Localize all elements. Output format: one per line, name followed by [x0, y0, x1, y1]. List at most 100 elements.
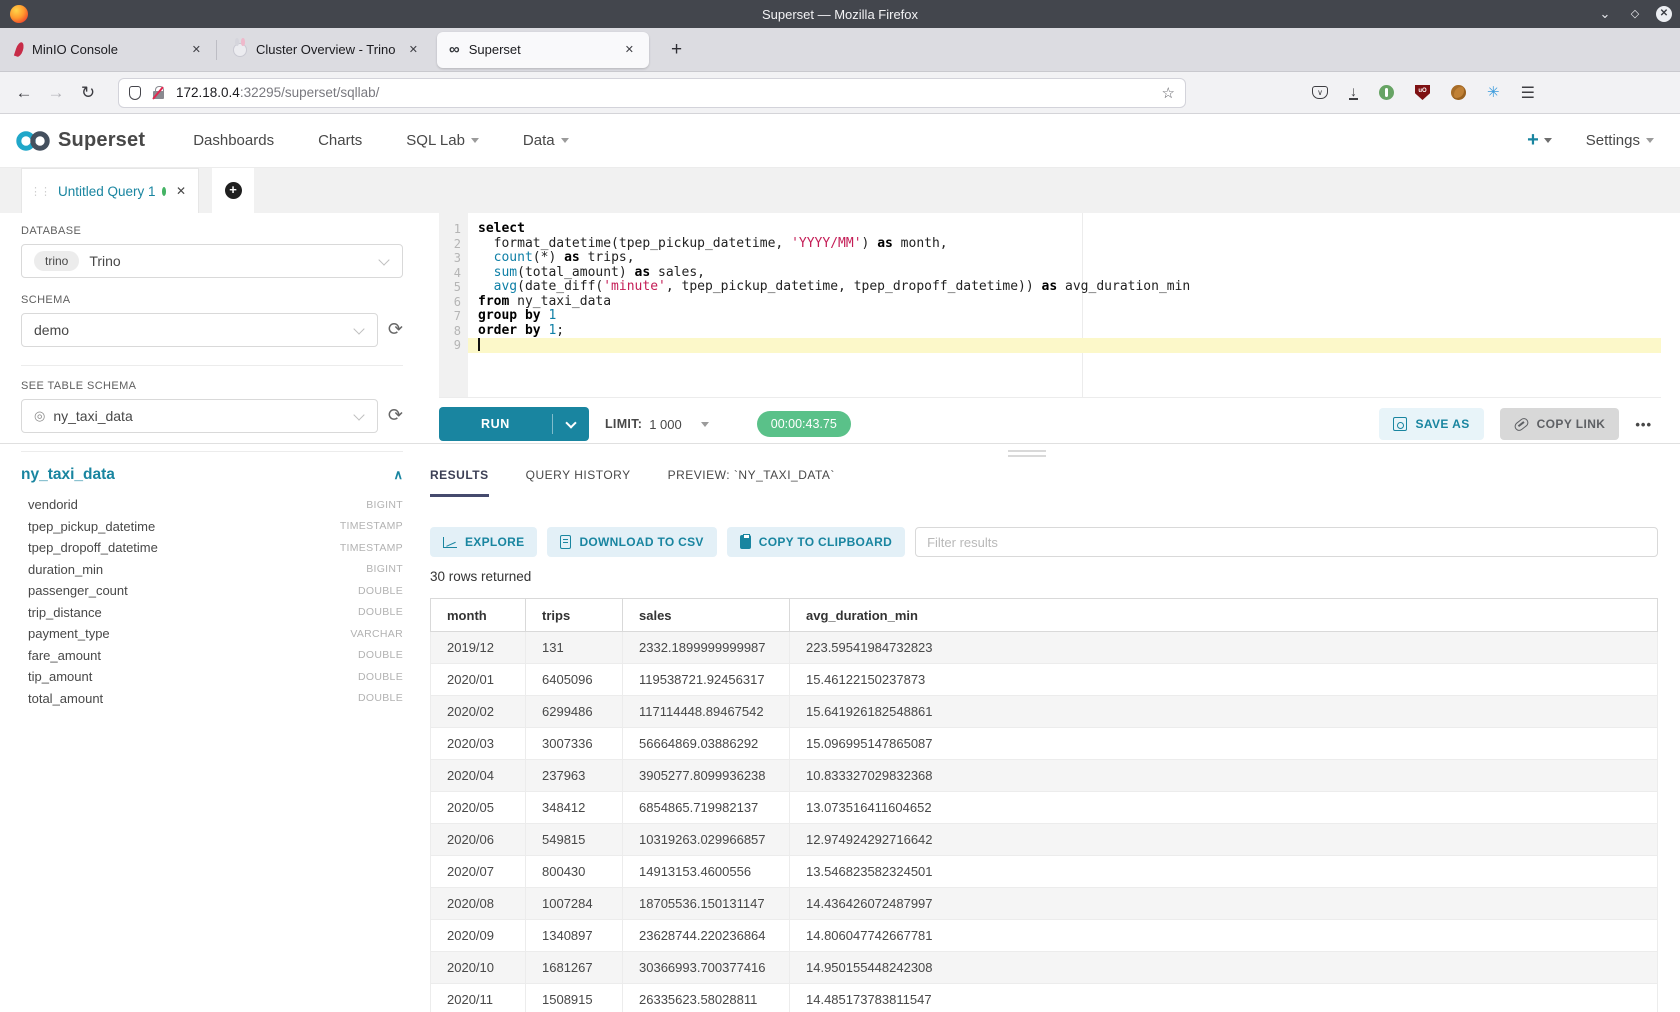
downloads-icon[interactable]: ↓	[1349, 85, 1358, 100]
table-cell: 2020/07	[431, 856, 526, 888]
copy-clipboard-button[interactable]: COPY TO CLIPBOARD	[727, 527, 905, 557]
line-number: 7	[439, 309, 468, 324]
reload-button[interactable]: ↻	[72, 83, 104, 103]
superset-logo[interactable]: Superset	[14, 129, 145, 153]
schema-column-row[interactable]: tip_amountDOUBLE	[21, 666, 403, 688]
tab-close-icon[interactable]: ✕	[187, 41, 206, 58]
tab-results[interactable]: RESULTS	[430, 468, 489, 497]
resize-handle[interactable]	[1008, 450, 1046, 460]
table-row: 2020/11150891526335623.5802881114.485173…	[431, 984, 1658, 1012]
schema-column-row[interactable]: trip_distanceDOUBLE	[21, 602, 403, 624]
limit-dropdown[interactable]: LIMIT: 1 000	[605, 417, 709, 432]
table-cell: 1681267	[526, 952, 623, 984]
tab-query-history[interactable]: QUERY HISTORY	[526, 468, 631, 497]
schema-value: demo	[34, 322, 69, 338]
save-as-button[interactable]: SAVE AS	[1379, 408, 1483, 440]
settings-menu[interactable]: Settings	[1586, 132, 1654, 149]
sql-editor[interactable]: 123456789 select format_datetime(tpep_pi…	[439, 213, 1661, 398]
tracking-shield-icon[interactable]	[129, 86, 141, 100]
more-options-button[interactable]: •••	[1635, 417, 1652, 432]
table-select[interactable]: ◎ ny_taxi_data	[21, 399, 378, 433]
schema-column-row[interactable]: vendoridBIGINT	[21, 494, 403, 516]
column-header-sales[interactable]: sales	[623, 599, 790, 632]
bookmark-star-icon[interactable]: ☆	[1162, 84, 1175, 102]
column-name: duration_min	[28, 562, 366, 577]
table-cell: 2332.1899999999987	[623, 632, 790, 664]
table-cell: 800430	[526, 856, 623, 888]
window-close-icon[interactable]: ✕	[1656, 6, 1672, 22]
result-actions: EXPLORE DOWNLOAD TO CSV COPY TO CLIPBOAR…	[430, 527, 1658, 557]
download-csv-button[interactable]: DOWNLOAD TO CSV	[547, 527, 716, 557]
query-tab-active[interactable]: ⋮⋮ Untitled Query 1 ✕	[21, 168, 199, 213]
minimize-icon[interactable]: ⌄	[1596, 5, 1614, 23]
table-icon: ◎	[34, 408, 45, 424]
refresh-table-icon[interactable]: ⟳	[388, 406, 403, 424]
pocket-icon[interactable]: ∨	[1312, 86, 1328, 99]
copy-link-button[interactable]: COPY LINK	[1500, 408, 1620, 440]
schema-column-row[interactable]: duration_minBIGINT	[21, 559, 403, 581]
table-row: 2020/03300733656664869.0388629215.096995…	[431, 728, 1658, 760]
column-header-avg-duration[interactable]: avg_duration_min	[790, 599, 1658, 632]
tab-preview-table[interactable]: PREVIEW: `NY_TAXI_DATA`	[668, 468, 835, 497]
url-text[interactable]: 172.18.0.4:32295/superset/sqllab/	[176, 85, 1162, 100]
schema-column-row[interactable]: tpep_dropoff_datetimeTIMESTAMP	[21, 537, 403, 559]
nav-item-data[interactable]: Data	[523, 132, 569, 149]
run-dropdown-button[interactable]	[553, 422, 589, 427]
collapse-icon[interactable]: ∧	[393, 467, 403, 483]
schema-column-row[interactable]: fare_amountDOUBLE	[21, 645, 403, 667]
tab-close-icon[interactable]: ✕	[404, 41, 423, 58]
schema-select[interactable]: demo	[21, 313, 378, 347]
database-label: DATABASE	[21, 225, 403, 237]
column-type: TIMESTAMP	[340, 542, 403, 554]
ublock-icon[interactable]: uO	[1415, 85, 1430, 100]
run-toolbar: RUN LIMIT: 1 000 00:00:43.75 SAVE AS COP…	[439, 407, 1652, 441]
drag-handle-icon[interactable]: ⋮⋮	[30, 185, 50, 198]
table-row: 2020/016405096119538721.9245631715.46122…	[431, 664, 1658, 696]
refresh-schema-icon[interactable]: ⟳	[388, 320, 403, 338]
database-select[interactable]: trino Trino	[21, 244, 403, 278]
url-bar[interactable]: 172.18.0.4:32295/superset/sqllab/ ☆	[118, 78, 1186, 108]
table-schema-title[interactable]: ny_taxi_data	[21, 466, 393, 484]
pane-divider	[0, 443, 1680, 444]
filter-results-input[interactable]	[915, 527, 1658, 557]
add-new-button[interactable]: +	[1527, 129, 1552, 152]
line-number: 4	[439, 266, 468, 281]
editor-code-area[interactable]: select format_datetime(tpep_pickup_datet…	[468, 213, 1661, 397]
new-query-tab-button[interactable]: +	[212, 168, 254, 213]
insecure-lock-icon[interactable]	[153, 91, 164, 99]
maximize-icon[interactable]: ◇	[1626, 5, 1644, 23]
browser-tab-minio[interactable]: MinIO Console ✕	[4, 32, 216, 68]
new-tab-button[interactable]: +	[663, 39, 690, 61]
extension-burst-icon[interactable]: ✳	[1487, 85, 1500, 100]
explore-button[interactable]: EXPLORE	[430, 527, 537, 557]
query-status-dot	[162, 187, 166, 196]
tab-close-icon[interactable]: ✕	[620, 41, 639, 58]
nav-item-sql-lab[interactable]: SQL Lab	[406, 132, 479, 149]
extension-green-icon[interactable]	[1379, 85, 1394, 100]
schema-column-row[interactable]: total_amountDOUBLE	[21, 688, 403, 710]
save-as-label: SAVE AS	[1415, 417, 1469, 431]
cookie-extension-icon[interactable]	[1451, 85, 1466, 100]
schema-column-row[interactable]: passenger_countDOUBLE	[21, 580, 403, 602]
column-header-trips[interactable]: trips	[526, 599, 623, 632]
forward-button[interactable]: →	[40, 83, 72, 103]
query-tab-close-icon[interactable]: ✕	[176, 184, 186, 198]
table-cell: 14.950155448242308	[790, 952, 1658, 984]
schema-column-row[interactable]: tpep_pickup_datetimeTIMESTAMP	[21, 516, 403, 538]
back-button[interactable]: ←	[8, 83, 40, 103]
column-name: tpep_dropoff_datetime	[28, 540, 340, 555]
browser-tab-superset[interactable]: ∞ Superset ✕	[437, 32, 649, 68]
superset-favicon-icon: ∞	[449, 43, 460, 57]
run-button[interactable]: RUN	[439, 407, 589, 441]
column-type: DOUBLE	[358, 606, 403, 618]
nav-item-charts[interactable]: Charts	[318, 132, 362, 149]
hamburger-menu-icon[interactable]: ☰	[1521, 83, 1535, 103]
browser-tab-trino[interactable]: Cluster Overview - Trino ✕	[221, 32, 433, 68]
schema-column-row[interactable]: payment_typeVARCHAR	[21, 623, 403, 645]
code-line: select	[468, 222, 1661, 237]
plus-circle-icon: +	[225, 182, 242, 199]
nav-item-dashboards[interactable]: Dashboards	[193, 132, 274, 149]
column-header-month[interactable]: month	[431, 599, 526, 632]
tab-title: MinIO Console	[32, 42, 187, 57]
code-line: group by 1	[468, 309, 1661, 324]
